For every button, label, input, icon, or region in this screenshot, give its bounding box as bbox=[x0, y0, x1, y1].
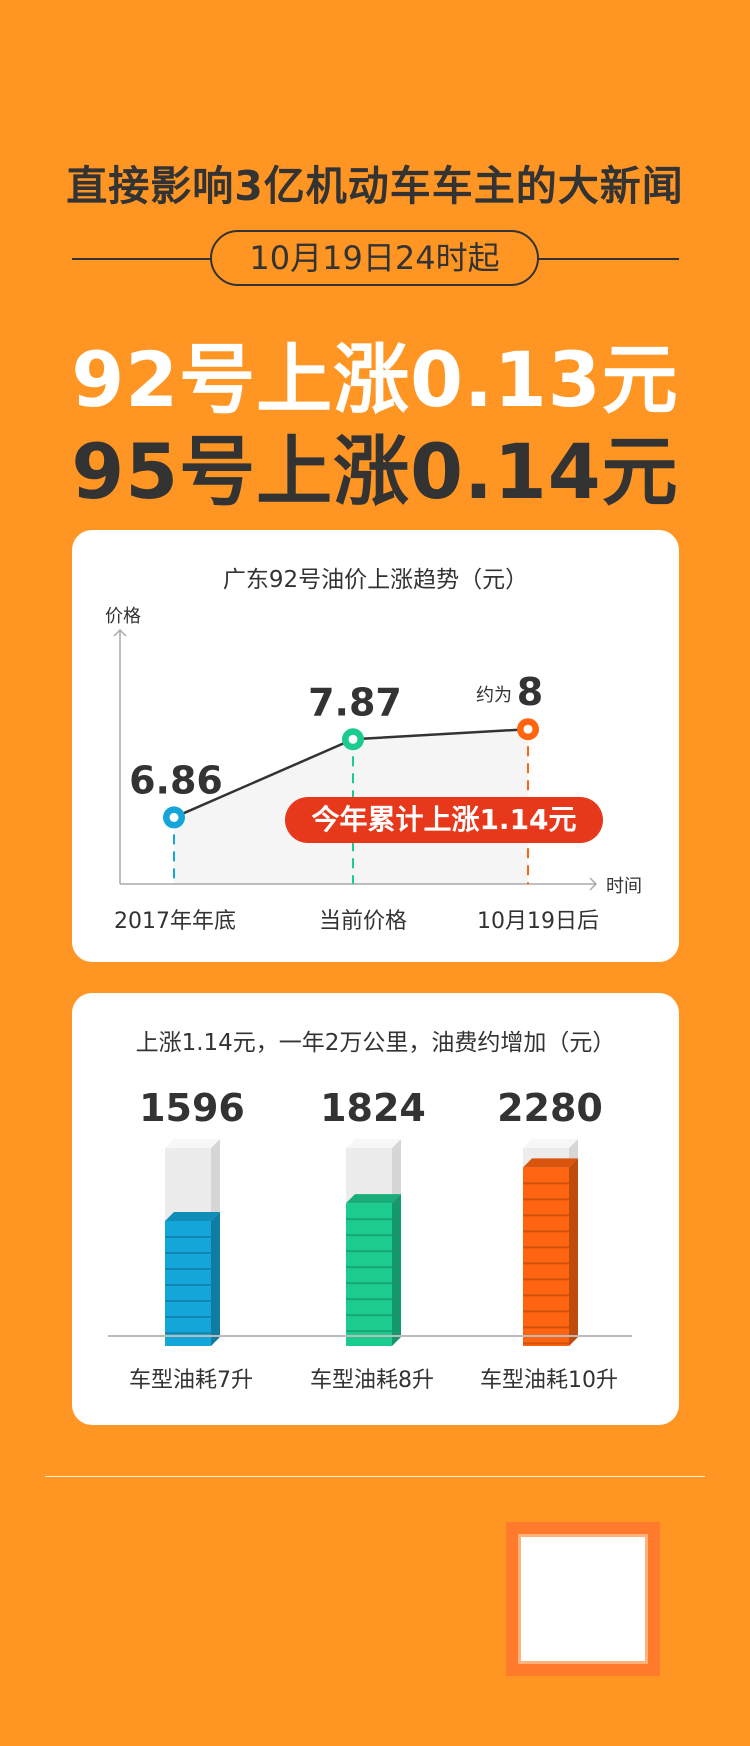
point-value-label-3: 8 bbox=[517, 670, 543, 714]
cumulative-increase-text: 今年累计上涨1.14元 bbox=[311, 803, 576, 836]
fuel-cost-bar-chart: 1596 车型油耗7升 1824 车型油耗8升 2280 车型油耗10升 bbox=[108, 1086, 632, 1393]
trend-line-chart: 价格 时间 6.86 7.87 8约为 2017年年底 当前价格 10月19日后 今年累… bbox=[105, 606, 642, 934]
x-tick-label-1: 2017年年底 bbox=[114, 909, 236, 934]
data-point-center-1 bbox=[169, 812, 179, 822]
trend-chart-card: 广东92号油价上涨趋势（元） 价格 时间 6.86 7.87 8 约为 2017年年底… bbox=[72, 530, 679, 962]
bar-value-label-1: 1596 bbox=[139, 1086, 245, 1130]
y-axis-label: 价格 bbox=[105, 606, 141, 627]
bar-category-label-1: 车型油耗7升 bbox=[129, 1368, 253, 1393]
date-rule-right bbox=[539, 258, 679, 260]
cumulative-increase-callout: 今年累计上涨1.14元 bbox=[285, 797, 603, 843]
price-change-95: 95号上涨0.14元 bbox=[71, 427, 679, 516]
x-tick-label-2: 当前价格 bbox=[319, 909, 407, 934]
date-badge: 10月19日24时起 bbox=[210, 230, 539, 286]
qr-code-frame bbox=[506, 1522, 660, 1676]
point-prefix-label-3: 约为 bbox=[476, 685, 512, 706]
date-rule-left bbox=[72, 258, 210, 260]
bar-value-label-2: 1824 bbox=[320, 1086, 426, 1130]
bar-2 bbox=[346, 1139, 401, 1346]
data-point-center-2 bbox=[348, 734, 358, 744]
headline: 直接影响3亿机动车车主的大新闻 bbox=[66, 162, 684, 210]
fuel-cost-card: 上涨1.14元，一年2万公里，油费约增加（元） 1596 车型油耗7升 1824 车型… bbox=[72, 993, 679, 1425]
data-point-center-3 bbox=[523, 724, 533, 734]
bar-category-label-2: 车型油耗8升 bbox=[310, 1368, 434, 1393]
bar-value-label-3: 2280 bbox=[497, 1086, 603, 1130]
bar-1 bbox=[165, 1139, 220, 1346]
bar-3 bbox=[523, 1139, 578, 1346]
x-axis-label: 时间 bbox=[606, 876, 642, 897]
x-tick-label-3: 10月19日后 bbox=[477, 909, 599, 934]
point-value-label-1: 6.86 bbox=[129, 758, 223, 802]
footer-divider bbox=[45, 1476, 705, 1477]
bar-category-label-3: 车型油耗10升 bbox=[480, 1368, 618, 1393]
point-value-label-2: 7.87 bbox=[308, 680, 402, 724]
